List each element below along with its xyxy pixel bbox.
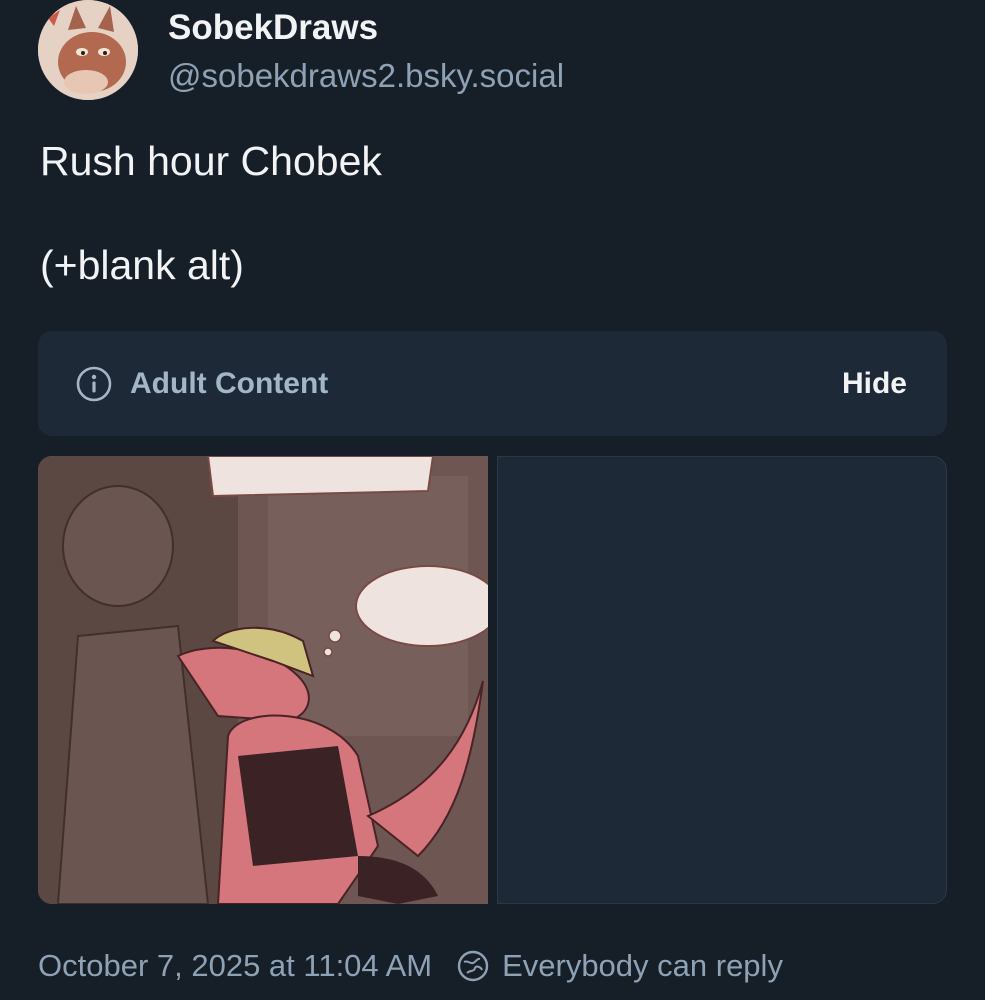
blank-image[interactable] xyxy=(497,456,947,904)
comic-image[interactable] xyxy=(38,456,488,904)
media-gallery xyxy=(38,456,947,904)
comic-illustration xyxy=(38,456,488,904)
info-circle-icon xyxy=(76,366,112,402)
author-avatar[interactable] xyxy=(38,0,138,100)
author-display-name[interactable]: SobekDraws xyxy=(168,8,378,48)
content-warning-label: Adult Content xyxy=(130,367,329,400)
post-text: Rush hour Chobek (+blank alt) xyxy=(40,138,382,288)
reply-setting[interactable]: Everybody can reply xyxy=(502,948,783,984)
author-handle[interactable]: @sobekdraws2.bsky.social xyxy=(168,57,564,95)
post-timestamp: October 7, 2025 at 11:04 AM xyxy=(38,948,433,983)
post-footer: October 7, 2025 at 11:04 AM Everybody ca… xyxy=(38,948,783,984)
avatar-illustration xyxy=(38,0,138,100)
hide-button[interactable]: Hide xyxy=(842,367,907,401)
content-warning-bar[interactable]: Adult Content Hide xyxy=(38,331,947,436)
globe-reply-icon xyxy=(457,950,489,982)
